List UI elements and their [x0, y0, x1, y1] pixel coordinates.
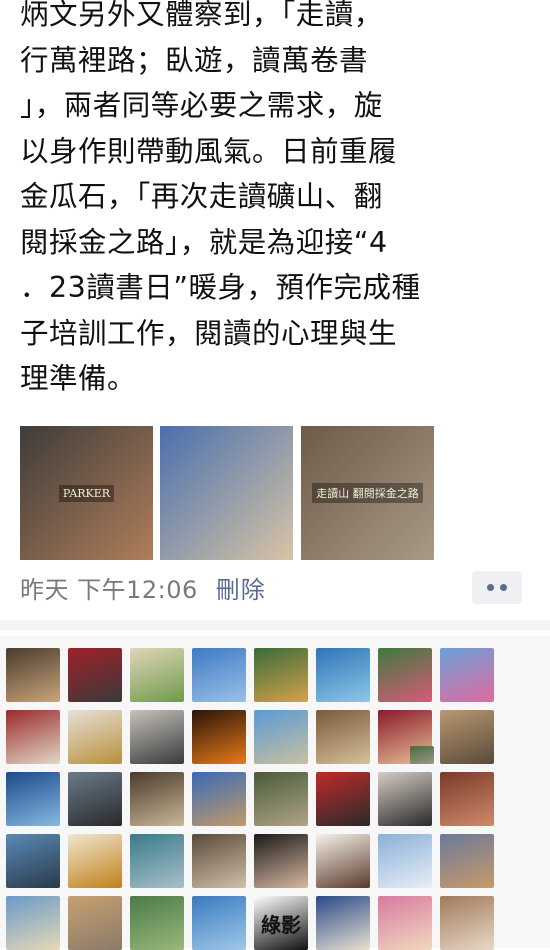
liker-avatar[interactable] [254, 834, 308, 888]
liker-avatar[interactable] [440, 772, 494, 826]
post-meta: 昨天 下午12:06 刪除 [20, 566, 530, 608]
dot [487, 584, 494, 591]
liker-avatar[interactable] [192, 834, 246, 888]
dot [500, 584, 507, 591]
liker-avatar[interactable] [192, 648, 246, 702]
post-text-line: 閱採金之路」，就是為迎接“4 [20, 225, 388, 259]
photo-caption: 走讀山 翻閱採金之路 [312, 483, 423, 503]
post-text-line: 行萬裡路；臥遊，讀萬卷書 [20, 43, 369, 77]
liker-avatar[interactable] [254, 648, 308, 702]
liker-avatar[interactable] [192, 772, 246, 826]
liker-avatar[interactable] [378, 648, 432, 702]
post-text-line: 理準備。 [20, 362, 137, 395]
pen-photo[interactable]: PARKER [20, 426, 153, 560]
liker-avatar[interactable] [68, 834, 122, 888]
liker-avatar[interactable] [316, 834, 370, 888]
section-divider [0, 620, 550, 630]
liker-avatar[interactable] [6, 710, 60, 764]
liker-avatar[interactable] [440, 896, 494, 950]
likes-panel: 綠影 [0, 636, 550, 950]
liker-avatar[interactable] [192, 710, 246, 764]
post-text-line: ．23讀書日”暖身，預作完成種 [20, 271, 421, 304]
liker-avatar[interactable] [68, 648, 122, 702]
liker-avatar[interactable] [378, 834, 432, 888]
liker-avatar[interactable] [68, 772, 122, 826]
liker-avatar[interactable] [130, 772, 184, 826]
more-dots-icon[interactable] [472, 571, 522, 604]
liker-avatar[interactable] [6, 896, 60, 950]
liker-avatar[interactable] [192, 896, 246, 950]
liker-avatar[interactable] [316, 710, 370, 764]
liker-avatar[interactable] [378, 896, 432, 950]
post-body: 炳文另外又體察到，「走讀， 行萬裡路；臥遊，讀萬卷書 」，兩者同等必要之需求，旋 以身… [20, 0, 545, 402]
liker-avatar[interactable] [6, 772, 60, 826]
liker-avatar[interactable] [130, 710, 184, 764]
liker-avatar[interactable] [316, 896, 370, 950]
liker-avatar[interactable] [130, 648, 184, 702]
liker-avatar[interactable] [410, 746, 434, 764]
liker-avatar[interactable] [68, 896, 122, 950]
post-timestamp: 昨天 下午12:06 [20, 575, 198, 604]
liker-avatar[interactable] [130, 896, 184, 950]
liker-avatar[interactable] [6, 834, 60, 888]
liker-avatar[interactable] [254, 710, 308, 764]
liker-avatar[interactable] [254, 772, 308, 826]
liker-avatar[interactable] [316, 648, 370, 702]
post-text-line: 」，兩者同等必要之需求，旋 [20, 89, 383, 122]
liker-avatar[interactable]: 綠影 [254, 896, 308, 950]
liker-avatar[interactable] [440, 710, 494, 764]
liker-avatar[interactable] [130, 834, 184, 888]
post-text-line: 金瓜石，「再次走讀礦山、翻 [20, 180, 383, 213]
liker-avatar[interactable] [440, 834, 494, 888]
liker-avatar[interactable] [68, 710, 122, 764]
liker-avatar[interactable] [378, 772, 432, 826]
tv-studio-photo[interactable] [160, 426, 293, 560]
liker-avatar[interactable] [6, 648, 60, 702]
photo-caption: PARKER [58, 484, 115, 502]
exhibition-photo[interactable]: 走讀山 翻閱採金之路 [301, 426, 434, 560]
liker-avatar[interactable] [316, 772, 370, 826]
liker-avatar[interactable] [440, 648, 494, 702]
post-text-line: 炳文另外又體察到，「走讀， [20, 0, 383, 31]
post-text-line: 子培訓工作，閱讀的心理與生 [20, 316, 398, 350]
avatar-text: 綠影 [261, 912, 301, 937]
post-text-line: 以身作則帶動風氣。日前重履 [20, 134, 398, 168]
delete-button[interactable]: 刪除 [216, 570, 266, 605]
